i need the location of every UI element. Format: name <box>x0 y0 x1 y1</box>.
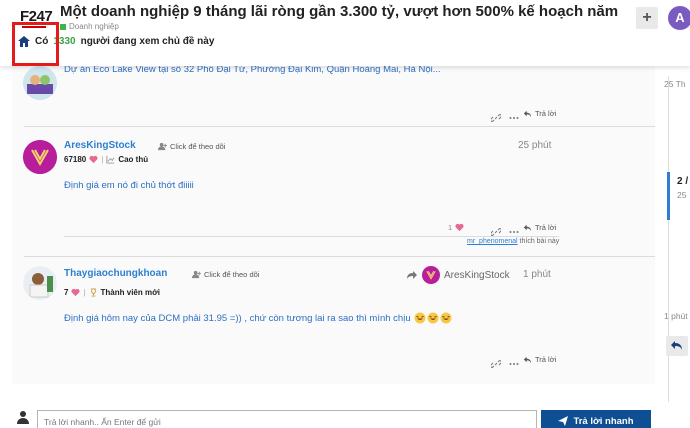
more-icon[interactable] <box>509 224 519 234</box>
rank: Thành viên mới <box>100 288 161 297</box>
send-icon <box>558 416 569 426</box>
trophy-icon <box>90 288 96 297</box>
post-body: Định giá hôm nay của DCM phải 31.95 =)) … <box>64 312 452 324</box>
timeline-position-date: 25 <box>677 190 687 200</box>
liked-by-divider <box>64 236 559 237</box>
link-icon[interactable] <box>490 356 502 368</box>
username[interactable]: AresKingStock <box>64 140 136 151</box>
separator: | <box>101 155 104 164</box>
avatar[interactable] <box>23 66 57 100</box>
quick-reply-input[interactable]: Trả lời nhanh.. Ấn Enter để gửi <box>37 410 537 428</box>
user-avatar-small <box>17 411 29 424</box>
username[interactable]: Thaygiaochungkhoan <box>64 268 167 279</box>
separator: | <box>83 288 86 297</box>
category-label: Doanh nghiệp <box>69 22 119 31</box>
site-header: F247 Một doanh nghiệp 9 tháng lãi ròng g… <box>0 0 690 66</box>
user-meta: 67180 | Cao thủ <box>64 155 148 164</box>
topic-timeline[interactable]: 25 Th 2 / 25 1 phút <box>660 66 690 428</box>
liked-by-suffix: thích bài này <box>519 238 560 245</box>
reply-label: Trả lời <box>535 109 557 118</box>
post-body: Định giá em nó đi chủ thớt điiiii <box>64 180 194 191</box>
heart-icon <box>71 288 81 297</box>
liked-by-user[interactable]: mr_phenomenal <box>467 238 518 245</box>
quick-reply-button[interactable]: Trả lời nhanh <box>541 410 651 428</box>
reply-icon <box>523 356 532 364</box>
points: 67180 <box>64 155 87 164</box>
reply-button[interactable]: Trả lời <box>523 355 556 364</box>
follow-label: Click để theo dõi <box>170 142 226 151</box>
avatar[interactable] <box>23 266 57 300</box>
heart-icon <box>89 155 98 164</box>
liked-by: mr_phenomenal thích bài này <box>467 238 559 245</box>
reply-icon <box>523 110 532 118</box>
reply-label: Trả lời <box>535 355 557 364</box>
post-time[interactable]: 25 phút <box>518 140 551 151</box>
points: 7 <box>64 288 69 297</box>
timeline-scroller[interactable] <box>667 172 670 220</box>
timeline-end-date[interactable]: 1 phút <box>664 311 688 321</box>
page: Dự án Eco Lake View tại số 32 Phố Đại Từ… <box>0 0 690 428</box>
reply-label: Trả lời <box>535 223 557 232</box>
share-arrow-icon <box>407 271 417 279</box>
user-plus-icon <box>192 270 201 279</box>
user-meta: 7 | Thành viên mới <box>64 288 160 297</box>
reply-to[interactable]: AresKingStock <box>406 266 510 284</box>
highlight-box <box>12 22 59 66</box>
reply-button[interactable]: Trả lời <box>523 223 556 232</box>
heart-icon <box>455 223 464 232</box>
timeline-track <box>668 76 669 406</box>
back-arrow-icon <box>671 341 682 350</box>
timeline-position: 2 / <box>677 176 689 187</box>
avatar <box>422 266 440 284</box>
avatar[interactable] <box>23 140 57 174</box>
rank: Cao thủ <box>118 155 149 164</box>
category-badge[interactable]: Doanh nghiệp <box>60 22 119 31</box>
category-color <box>60 23 66 30</box>
follow-button[interactable]: Click để theo dõi <box>192 270 259 279</box>
create-button[interactable]: + <box>636 7 658 29</box>
follow-label: Click để theo dõi <box>204 270 260 279</box>
follow-button[interactable]: Click để theo dõi <box>158 142 225 151</box>
viewer-suffix: người đang xem chủ đề này <box>80 36 215 47</box>
user-plus-icon <box>158 142 167 151</box>
reply-icon <box>523 224 532 232</box>
like-button[interactable]: 1 <box>448 223 464 232</box>
like-count: 1 <box>448 223 453 232</box>
chart-icon <box>106 155 115 164</box>
divider <box>24 256 655 257</box>
post-body-text: Định giá hôm nay của DCM phải 31.95 =)) … <box>64 312 411 324</box>
topic-title[interactable]: Một doanh nghiệp 9 tháng lãi ròng gần 3.… <box>60 3 618 20</box>
user-avatar[interactable]: A <box>668 6 690 30</box>
reply-to-username: AresKingStock <box>444 269 510 281</box>
link-icon[interactable] <box>490 224 502 236</box>
post-time[interactable]: 1 phút <box>523 269 551 280</box>
link-icon[interactable] <box>490 110 502 122</box>
back-button[interactable] <box>666 336 688 356</box>
divider <box>24 126 655 127</box>
more-icon[interactable] <box>509 110 519 120</box>
emoji-laugh <box>414 312 452 324</box>
more-icon[interactable] <box>509 356 519 366</box>
reply-button[interactable]: Trả lời <box>523 109 556 118</box>
quick-reply-label: Trả lời nhanh <box>573 415 634 427</box>
